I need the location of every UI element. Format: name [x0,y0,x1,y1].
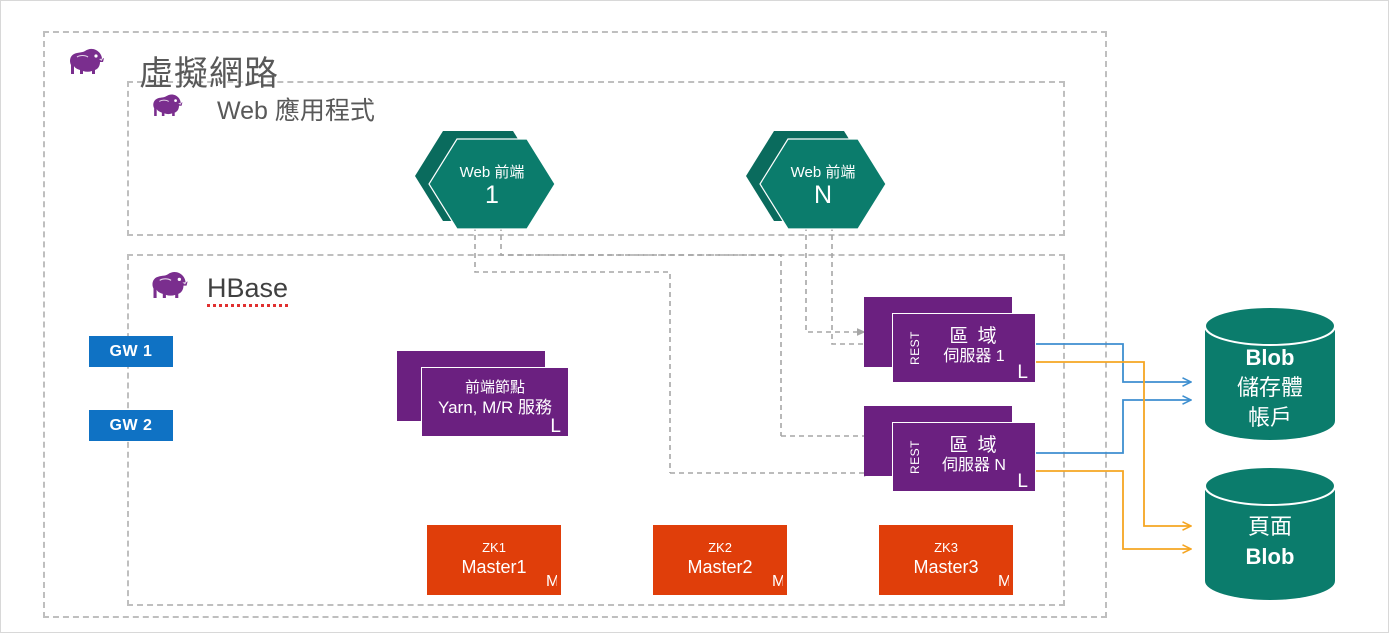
hadoop-elephant-icon [149,91,185,117]
gateway-2-label: GW 2 [109,416,153,434]
zookeeper-2-corner-badge: M [772,572,783,592]
zookeeper-3-line2: Master3 [913,557,979,577]
zookeeper-1-card: ZK1 Master1 M [427,525,561,595]
zookeeper-2[interactable]: ZK2 Master2 M [653,525,787,595]
gateway-1-label: GW 1 [109,342,153,360]
head-node-corner-badge: L [550,416,561,437]
hbase-title: HBase [207,273,289,307]
vnet-title: 虛擬網路 [139,55,279,93]
zookeeper-2-line1: ZK2 [708,540,732,555]
zookeeper-1-line2: Master1 [461,557,527,577]
gateway-1[interactable]: GW 1 [89,336,173,367]
webapp-title: Web 應用程式 [217,97,375,125]
region-server-1-line1: 區 域 [949,326,999,347]
blob-storage-account[interactable]: Blob 儲存體 帳戶 [1205,307,1335,440]
zookeeper-2-line2: Master2 [687,557,753,577]
region-server-1[interactable]: REST 區 域 伺服器 1 L [864,297,1036,383]
region-server-n-text: 區 域 伺服器 N [917,435,1031,476]
page-blob[interactable]: 頁面 Blob [1205,467,1335,600]
region-server-n-front-card: REST 區 域 伺服器 N L [892,422,1036,492]
region-server-n-line1: 區 域 [949,435,999,456]
region-server-1-text: 區 域 伺服器 1 [917,326,1031,367]
hadoop-elephant-icon [65,45,107,75]
web-frontend-1[interactable]: Web 前端 1 [415,131,556,230]
zookeeper-3-text: ZK3 Master3 [879,539,1013,579]
zookeeper-1[interactable]: ZK1 Master1 M [427,525,561,595]
hadoop-elephant-icon [147,268,191,299]
hbase-title-text: HBase [207,273,289,307]
head-node[interactable]: 前端節點 Yarn, M/R 服務 L [397,351,569,437]
region-server-1-corner-badge: L [1017,362,1028,383]
head-node-line1: 前端節點 [464,379,525,396]
zookeeper-1-line1: ZK1 [482,540,506,555]
zookeeper-3-card: ZK3 Master3 M [879,525,1013,595]
region-server-1-line2: 伺服器 1 [943,348,1005,365]
zookeeper-1-corner-badge: M [546,572,557,592]
region-server-n-line2: 伺服器 N [941,457,1006,474]
zookeeper-3[interactable]: ZK3 Master3 M [879,525,1013,595]
zookeeper-2-text: ZK2 Master2 [653,539,787,579]
architecture-diagram: 虛擬網路 Web 應用程式 HBase Web 前端 1 Web 前端 N GW… [0,0,1389,633]
zookeeper-2-card: ZK2 Master2 M [653,525,787,595]
region-server-1-front-card: REST 區 域 伺服器 1 L [892,313,1036,383]
region-server-n-corner-badge: L [1017,471,1028,492]
zookeeper-3-corner-badge: M [998,572,1009,592]
head-node-text: 前端節點 Yarn, M/R 服務 [422,378,568,419]
head-node-line2: Yarn, M/R 服務 [438,398,552,417]
zookeeper-3-line1: ZK3 [934,540,958,555]
zookeeper-1-text: ZK1 Master1 [427,539,561,579]
head-node-front-card: 前端節點 Yarn, M/R 服務 L [421,367,569,437]
web-frontend-n[interactable]: Web 前端 N [746,131,887,230]
region-server-n[interactable]: REST 區 域 伺服器 N L [864,406,1036,492]
gateway-2[interactable]: GW 2 [89,410,173,441]
